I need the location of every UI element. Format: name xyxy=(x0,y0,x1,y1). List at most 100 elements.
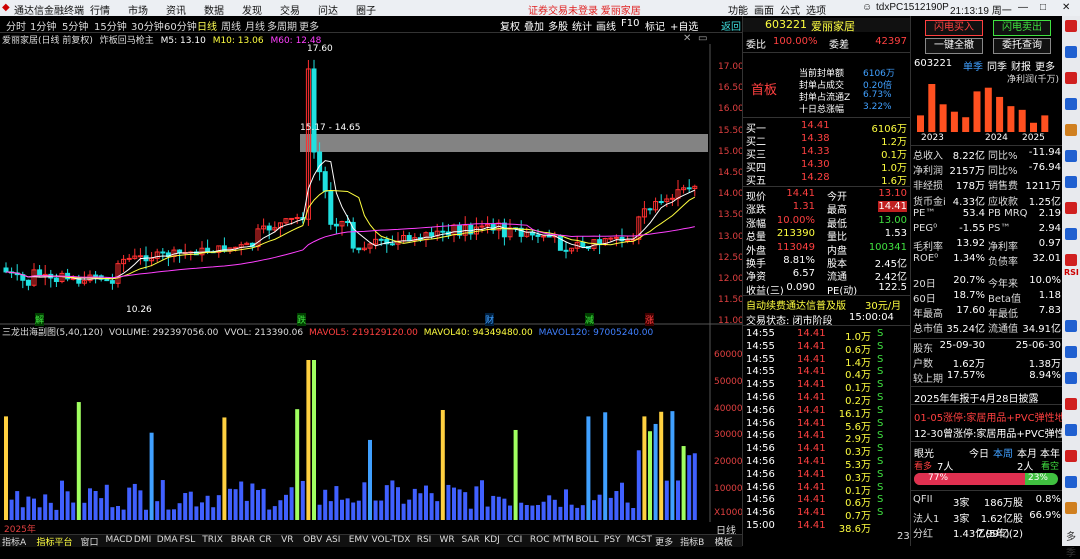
stats-button[interactable]: 统计 xyxy=(572,18,592,33)
indicator-tab[interactable]: DMA xyxy=(157,535,178,545)
period-day[interactable]: 日线 xyxy=(197,18,217,33)
period-1min[interactable]: 1分钟 xyxy=(30,18,56,33)
sidebar-tool-icon[interactable] xyxy=(1065,150,1077,162)
sidebar-tool-icon[interactable] xyxy=(1065,20,1077,32)
indicator-tab[interactable]: CCI xyxy=(507,535,522,545)
indicator-tab[interactable]: ASI xyxy=(326,535,341,545)
sidebar-tool-icon[interactable] xyxy=(1065,46,1077,58)
menu-item-shuju[interactable]: 数据 xyxy=(204,2,224,17)
sidebar-tool-icon[interactable] xyxy=(1065,424,1077,436)
order-book-row[interactable]: 买三 14.33 0.1万 xyxy=(743,146,911,161)
indicator-tab[interactable]: KDJ xyxy=(484,535,500,545)
menu-item-gongshi[interactable]: 公式 xyxy=(780,2,800,17)
close-icon[interactable]: ✕ xyxy=(1062,2,1070,13)
sentiment-tab-year[interactable]: 本年 xyxy=(1040,445,1060,460)
menu-item-zixun[interactable]: 资讯 xyxy=(166,2,186,17)
indicator-tab[interactable]: MACD xyxy=(106,535,133,545)
tab-caibao[interactable]: 财报 xyxy=(1011,58,1031,73)
period-more[interactable]: 更多 xyxy=(299,18,319,33)
menu-item-quanzi[interactable]: 圈子 xyxy=(356,2,376,17)
menu-item-wenda[interactable]: 问达 xyxy=(318,2,338,17)
tab-more[interactable]: 更多 xyxy=(1035,58,1055,73)
back-button[interactable]: 返回 xyxy=(721,18,741,33)
menu-item-faxian[interactable]: 发现 xyxy=(242,2,262,17)
sidebar-tool-icon[interactable] xyxy=(1065,176,1077,188)
period-fenshi[interactable]: 分时 xyxy=(6,18,26,33)
indicator-tab[interactable]: 模板 xyxy=(715,535,733,548)
menu-item-hangqing[interactable]: 行情 xyxy=(90,2,110,17)
sidebar-tool-icon[interactable] xyxy=(1065,398,1077,410)
sidebar-tool-icon[interactable] xyxy=(1065,476,1077,488)
sidebar-tool-icon[interactable] xyxy=(1065,320,1077,332)
report-notice[interactable]: 2025年年报于4月28日披露 xyxy=(914,390,1039,405)
indicator-tab[interactable]: ROC xyxy=(530,535,550,545)
overlay-button[interactable]: 叠加 xyxy=(524,18,544,33)
sidebar-tool-icon[interactable] xyxy=(1065,124,1077,136)
period-30min[interactable]: 30分钟 xyxy=(131,18,164,33)
menu-item-xuanxiang[interactable]: 选项 xyxy=(806,2,826,17)
period-week[interactable]: 周线 xyxy=(221,18,241,33)
sidebar-tool-icon[interactable] xyxy=(1065,372,1077,384)
tab-tongji[interactable]: 同季 xyxy=(987,58,1007,73)
indicator-tab[interactable]: 指标B xyxy=(680,535,704,548)
tab-danji[interactable]: 单季 xyxy=(963,58,983,73)
sentiment-tab-week[interactable]: 本周 xyxy=(993,445,1013,460)
news-item-2[interactable]: 12-30曾涨停:家居用品+PVC弹性... xyxy=(914,425,1074,440)
menu-item-huamian[interactable]: 画面 xyxy=(754,2,774,17)
indicator-tab[interactable]: SAR xyxy=(462,535,480,545)
rsi-label[interactable]: RSI xyxy=(1064,268,1079,277)
indicator-tab[interactable]: MCST xyxy=(627,535,652,545)
sidebar-tool-icon[interactable] xyxy=(1065,346,1077,358)
sidebar-tool-icon[interactable] xyxy=(1065,254,1077,266)
mark-button[interactable]: 标记 xyxy=(645,18,665,33)
period-60min[interactable]: 60分钟 xyxy=(164,18,197,33)
period-15min[interactable]: 15分钟 xyxy=(94,18,127,33)
menu-item-shichang[interactable]: 市场 xyxy=(128,2,148,17)
indicator-tab[interactable]: 指标平台 xyxy=(37,535,73,548)
indicator-tab[interactable]: TRIX xyxy=(202,535,223,545)
cancel-all-button[interactable]: 一键全撤 xyxy=(925,38,983,54)
duo-label[interactable]: 多 xyxy=(1066,528,1076,543)
order-book-row[interactable]: 买二 14.38 1.2万 xyxy=(743,133,911,148)
indicator-tab[interactable]: DMI xyxy=(134,535,151,545)
indicator-tab[interactable]: EMV xyxy=(349,535,369,545)
indicator-tab[interactable]: 指标A xyxy=(2,535,26,548)
sidebar-tool-icon[interactable] xyxy=(1065,98,1077,110)
period-month[interactable]: 月线 xyxy=(245,18,265,33)
indicator-tab[interactable]: VR xyxy=(281,535,293,545)
period-5min[interactable]: 5分钟 xyxy=(62,18,88,33)
sentiment-tab-today[interactable]: 今日 xyxy=(969,445,989,460)
sidebar-tool-icon[interactable] xyxy=(1065,72,1077,84)
indicator-tab[interactable]: BOLL xyxy=(576,535,599,545)
indicator-tab[interactable]: 窗口 xyxy=(81,535,99,548)
fuquan-button[interactable]: 复权 xyxy=(500,18,520,33)
kline-chart[interactable]: 爱丽家居(日线 前复权) 炸板回马枪主 M5: 13.10 M10: 13.06… xyxy=(0,32,749,535)
add-favorite-button[interactable]: +自选 xyxy=(670,18,698,33)
indicator-tab[interactable]: OBV xyxy=(303,535,322,545)
news-item-1[interactable]: 01-05涨停:家居用品+PVC弹性地... xyxy=(914,409,1074,424)
promo-text[interactable]: 自动续费通达信普及版 xyxy=(746,297,846,312)
order-book-row[interactable]: 买一 14.41 6106万 xyxy=(743,120,911,135)
draw-button[interactable]: 画线 xyxy=(596,18,616,33)
indicator-tab[interactable]: FSL xyxy=(180,535,196,545)
multi-stock-button[interactable]: 多股 xyxy=(548,18,568,33)
promo-price[interactable]: 30元/月 xyxy=(865,297,901,312)
order-book-row[interactable]: 买五 14.28 1.6万 xyxy=(743,172,911,187)
maximize-icon[interactable]: □ xyxy=(1040,2,1046,13)
indicator-tab[interactable]: BRAR xyxy=(231,535,255,545)
indicator-tab[interactable]: CR xyxy=(259,535,272,545)
indicator-tab[interactable]: WR xyxy=(440,535,455,545)
menu-item-jiaoyi[interactable]: 交易 xyxy=(280,2,300,17)
ji-label[interactable]: 季 xyxy=(1066,544,1076,559)
sidebar-tool-icon[interactable] xyxy=(1065,502,1077,514)
indicator-tab[interactable]: 更多 xyxy=(655,535,673,548)
indicator-tab[interactable]: VOL-TDX xyxy=(372,535,411,545)
period-multi[interactable]: 多周期 xyxy=(267,18,297,33)
flash-sell-button[interactable]: 闪电卖出 xyxy=(993,20,1051,36)
order-book-row[interactable]: 买四 14.30 1.0万 xyxy=(743,159,911,174)
sidebar-tool-icon[interactable] xyxy=(1065,450,1077,462)
user-icon[interactable]: ☺ xyxy=(862,2,872,13)
login-alert[interactable]: 证券交易未登录 爱丽家居 xyxy=(528,2,641,17)
indicator-tab[interactable]: RSI xyxy=(417,535,432,545)
f10-button[interactable]: F10 xyxy=(621,18,639,29)
